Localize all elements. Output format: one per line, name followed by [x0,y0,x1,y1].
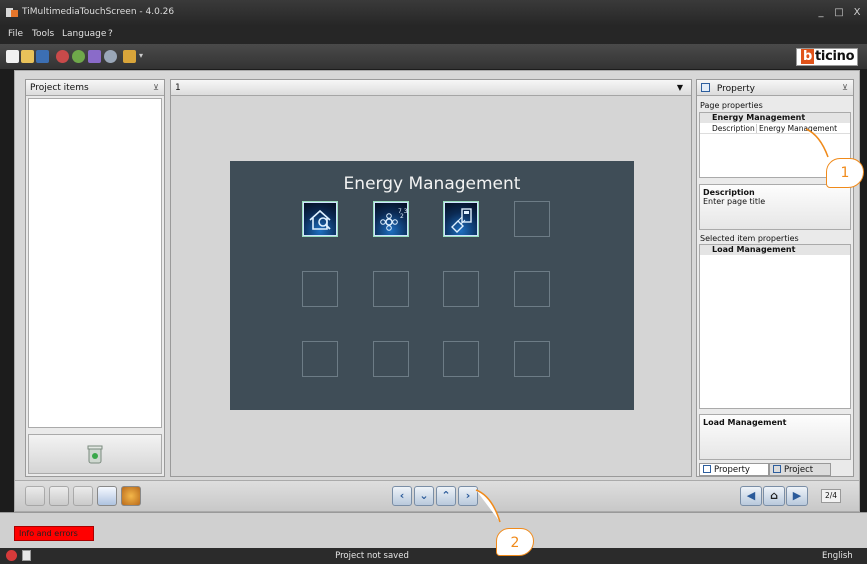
empty-tile[interactable] [443,341,479,377]
tab-property[interactable]: Property [699,463,769,476]
property-group-header[interactable]: Load Management [700,245,850,255]
selected-properties-label: Selected item properties [700,234,799,243]
pin-icon[interactable]: ⊻ [842,83,848,92]
page-properties-label: Page properties [700,101,763,110]
project-tree[interactable] [28,98,162,428]
property-icon [701,83,710,92]
empty-tile[interactable] [373,271,409,307]
move-down-button[interactable]: ⌄ [414,486,434,506]
description-box: Description Enter page title [699,184,851,230]
callout-2: 2 [496,528,534,556]
tab-project[interactable]: Project [769,463,831,476]
toolbar: ▾ b ticino [0,44,867,69]
download-icon[interactable] [72,50,85,63]
project-icon [773,465,781,473]
menu-bar: File Tools Language ? [0,26,867,44]
empty-tile[interactable] [514,341,550,377]
close-button[interactable]: X [848,6,866,20]
property-key: Description [712,124,755,133]
settings-icon[interactable] [104,50,117,63]
svg-text:2: 2 [400,213,404,220]
options-dropdown-icon[interactable] [123,50,136,63]
paste-icon[interactable] [73,486,93,506]
info-and-errors-button[interactable]: Info and errors [14,526,94,541]
page-title: Energy Management [343,174,521,194]
menu-help[interactable]: ? [108,29,113,39]
home-search-icon[interactable] [302,201,338,237]
home-button[interactable]: ⌂ [763,486,785,506]
copy-icon[interactable] [25,486,45,506]
canvas-panel: 1 ▼ Energy Management 7 32 [170,79,692,477]
upload-icon[interactable] [56,50,69,63]
open-folder-icon[interactable] [21,50,34,63]
description-text: Enter page title [703,197,766,206]
menu-language[interactable]: Language [62,29,106,39]
previous-page-button[interactable]: ◀ [740,486,762,506]
callout-1: 1 [826,158,864,188]
bottom-toolbar: ‹ ⌄ ⌃ › ◀ ⌂ ▶ 2/4 [15,480,859,511]
property-group-header[interactable]: Energy Management [700,113,850,123]
empty-tile[interactable] [302,271,338,307]
project-items-panel: Project items ⊻ [25,79,165,477]
empty-tile[interactable] [443,271,479,307]
page-counter: 2/4 [821,489,841,503]
plug-meter-icon[interactable] [443,201,479,237]
selected-properties-grid[interactable]: Load Management [699,244,851,409]
language-indicator: English [822,551,853,561]
callout-pointer-2 [475,489,501,523]
empty-tile[interactable] [302,341,338,377]
chevron-down-icon[interactable]: ▾ [139,51,143,60]
move-up-button[interactable]: ⌃ [436,486,456,506]
save-icon[interactable] [36,50,49,63]
bticino-logo: b ticino [796,48,858,66]
page-selector[interactable]: 1 ▼ [171,80,691,96]
empty-tile[interactable] [514,271,550,307]
empty-tile[interactable] [514,201,550,237]
page-selector-value: 1 [175,83,181,93]
menu-tools[interactable]: Tools [32,29,54,39]
palette-icon[interactable] [121,486,141,506]
pin-icon[interactable]: ⊻ [153,83,159,92]
empty-tile[interactable] [373,341,409,377]
trash-icon[interactable] [87,444,103,464]
app-icon [6,7,18,18]
status-bar: Project not saved English [0,548,867,564]
menu-file[interactable]: File [8,29,23,39]
panel-title: Project items [30,83,89,93]
maximize-button[interactable]: □ [830,6,848,20]
panel-title: Property [716,84,755,94]
chevron-down-icon[interactable]: ▼ [677,83,683,92]
description-title: Description [703,188,755,197]
window-title: TiMultimediaTouchScreen - 4.0.26 [22,7,175,17]
recycle-bin-area[interactable] [28,434,162,474]
next-page-button[interactable]: ▶ [786,486,808,506]
tools-icon[interactable] [88,50,101,63]
move-left-button[interactable]: ‹ [392,486,412,506]
selected-description-title: Load Management [703,418,787,427]
panel-header: Project items ⊻ [26,80,164,96]
cut-icon[interactable] [49,486,69,506]
flower-temperature-icon[interactable]: 7 32 [373,201,409,237]
panel-header: Property ⊻ [697,80,853,96]
selected-description-box: Load Management [699,414,851,460]
property-icon [703,465,711,473]
title-bar: TiMultimediaTouchScreen - 4.0.26 _ □ X [0,0,867,26]
info-strip: Info and errors [0,512,867,548]
new-file-icon[interactable] [6,50,19,63]
workspace: Project items ⊻ 1 ▼ Energy Management 7 [14,70,860,512]
minimize-button[interactable]: _ [812,6,830,20]
page-preview[interactable]: Energy Management 7 32 [230,161,634,410]
grid-icon[interactable] [97,486,117,506]
save-status: Project not saved [335,551,409,561]
